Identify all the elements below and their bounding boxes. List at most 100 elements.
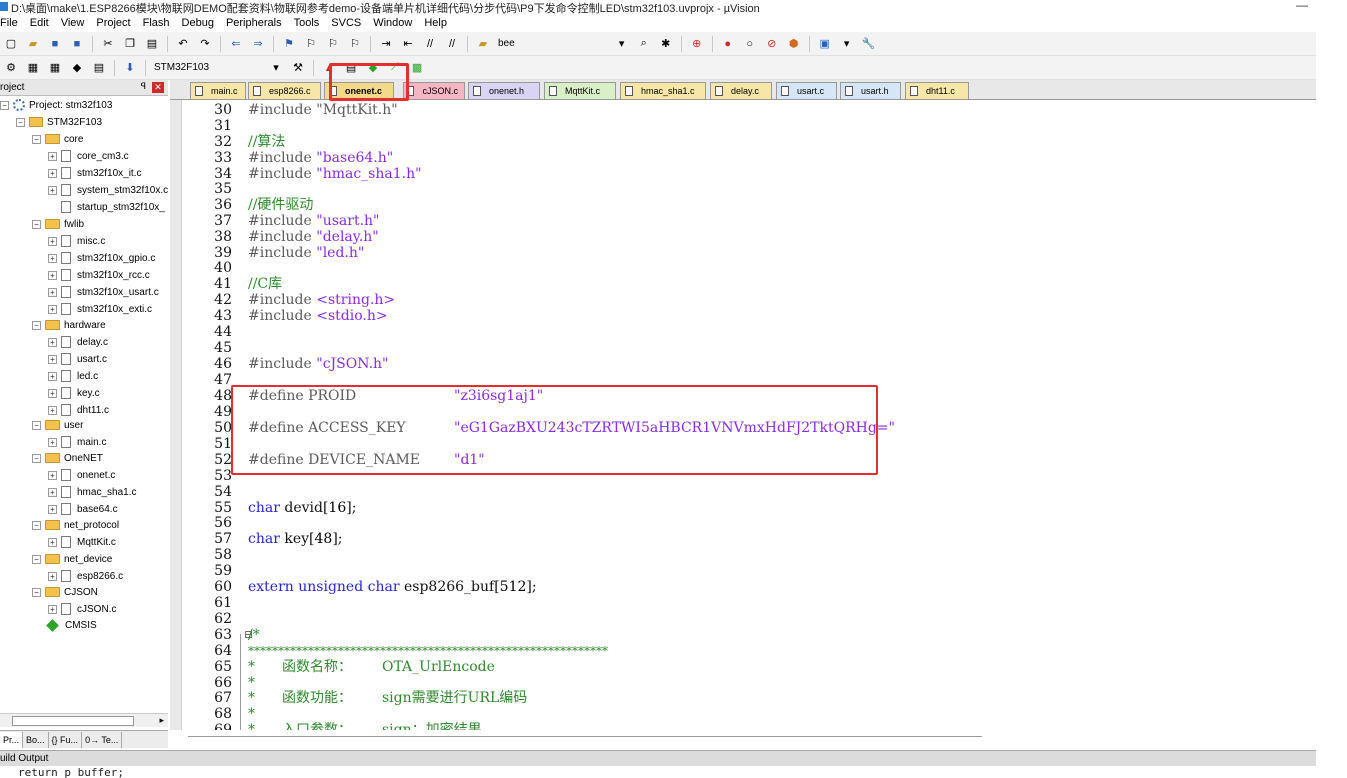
start-debug-icon[interactable]: ⊕ [690,37,704,51]
copy-icon[interactable]: ❐ [123,37,137,51]
collapse-icon[interactable]: − [0,100,9,110]
code-line[interactable]: * [182,706,1312,722]
code-line[interactable]: * 函数名称： OTA_UrlEncode [182,659,1312,675]
tab-onenet-h[interactable]: onenet.h [468,82,540,99]
expand-icon[interactable]: + [48,337,57,347]
target-select[interactable]: STM32F103 [154,62,209,73]
tree-file[interactable]: + dht11.c [48,402,109,418]
code-line[interactable]: #include <string.h> [182,292,1312,308]
uncomment-icon[interactable]: // [445,37,459,51]
code-line[interactable]: char key[48]; [182,531,1312,547]
scroll-track[interactable] [188,736,982,737]
tree-file[interactable]: + led.c [48,368,98,384]
stop-build-icon[interactable]: ▤ [92,61,106,75]
code-line[interactable]: * [182,675,1312,691]
rebuild-icon[interactable]: ▦ [48,61,62,75]
expand-icon[interactable]: + [48,470,57,480]
undo-icon[interactable]: ↶ [176,37,190,51]
scroll-right-icon[interactable]: ▸ [159,715,164,726]
collapse-icon[interactable]: − [32,219,41,229]
menu-flash[interactable]: Flash [137,17,176,29]
tree-group-net-protocol[interactable]: − net_protocol [32,517,119,533]
save-all-icon[interactable]: ■ [70,37,84,51]
menu-view[interactable]: View [55,17,91,29]
download-icon[interactable]: ⬇ [123,61,137,75]
menu-tools[interactable]: Tools [288,17,326,29]
clear-bookmarks-icon[interactable]: ⚐ [348,37,362,51]
code-line[interactable]: #include "usart.h" [182,213,1312,229]
open-file-icon[interactable]: ▰ [26,37,40,51]
translate-icon[interactable]: ⚙ [4,61,18,75]
code-line[interactable]: #include <stdio.h> [182,308,1312,324]
target-dropdown-icon[interactable]: ▾ [269,61,283,75]
scroll-thumb[interactable] [12,716,134,726]
configure-icon[interactable]: 🔧 [862,37,876,51]
code-line[interactable]: char devid[16]; [182,500,1312,516]
new-file-icon[interactable]: ▢ [4,37,18,51]
find-icon[interactable]: ⌕ [637,37,651,51]
tab-dht11-c[interactable]: dht11.c [905,82,969,99]
expand-icon[interactable]: + [48,537,57,547]
menu-peripherals[interactable]: Peripherals [220,17,288,29]
debug-settings-icon[interactable]: ✱ [659,37,673,51]
tab-main-c[interactable]: main.c [190,82,246,99]
code-line[interactable]: extern unsigned char esp8266_buf[512]; [182,579,1312,595]
unindent-icon[interactable]: ⇤ [401,37,415,51]
tree-group-net-device[interactable]: − net_device [32,551,112,567]
kill-breakpoints-icon[interactable]: ⊘ [765,37,779,51]
menu-window[interactable]: Window [367,17,418,29]
expand-icon[interactable]: + [48,371,57,381]
tree-group-cjson[interactable]: − CJSON [32,584,98,600]
tree-cmsis[interactable]: CMSIS [46,617,97,633]
code-line[interactable]: #include "hmac_sha1.h" [182,166,1312,182]
code-line[interactable]: #include "led.h" [182,245,1312,261]
tree-file[interactable]: + base64.c [48,501,118,517]
code-line[interactable]: //算法 [182,134,1312,150]
code-line[interactable]: * 函数功能： sign需要进行URL编码 [182,690,1312,706]
tab-esp8266-c[interactable]: esp8266.c [248,82,321,99]
collapse-icon[interactable]: − [32,320,41,330]
tab-mqttkit-c[interactable]: MqttKit.c [544,82,616,99]
collapse-icon[interactable]: − [32,520,41,530]
minimize-button[interactable]: — [1296,0,1308,12]
tree-group-onenet[interactable]: − OneNET [32,450,103,466]
tree-file[interactable]: + esp8266.c [48,568,123,584]
code-line[interactable]: //C库 [182,276,1312,292]
code-line[interactable]: ⊟/* [182,627,1312,643]
expand-icon[interactable]: + [48,354,57,364]
expand-icon[interactable]: + [48,604,57,614]
collapse-icon[interactable]: − [32,134,41,144]
tree-file[interactable]: + misc.c [48,233,105,249]
expand-icon[interactable]: + [48,236,57,246]
tab-project[interactable]: Pr... [0,731,24,748]
find-in-files-icon[interactable]: ▰ [476,37,490,51]
collapse-icon[interactable]: − [32,587,41,597]
tab-usart-c[interactable]: usart.c [776,82,837,99]
tree-group-user[interactable]: − user [32,417,83,433]
expand-icon[interactable]: + [48,151,57,161]
tree-file[interactable]: + system_stm32f10x.c [48,182,168,198]
code-line[interactable]: ****************************************… [182,643,1312,659]
code-line[interactable]: #include "delay.h" [182,229,1312,245]
tab-hmac-sha1-c[interactable]: hmac_sha1.c [620,82,706,99]
expand-icon[interactable]: + [48,253,57,263]
menu-edit[interactable]: Edit [24,17,55,29]
tab-usart-h[interactable]: usart.h [840,82,901,99]
find-text[interactable]: bee [498,38,515,49]
code-line[interactable]: //硬件驱动 [182,197,1312,213]
expand-icon[interactable]: + [48,437,57,447]
collapse-icon[interactable]: − [16,117,25,127]
tree-target[interactable]: − STM32F103 [16,114,102,130]
target-options-icon[interactable]: ⚒ [291,61,305,75]
cut-icon[interactable]: ✂ [101,37,115,51]
indent-icon[interactable]: ⇥ [379,37,393,51]
tab-functions[interactable]: {} Fu... [49,731,83,748]
menu-debug[interactable]: Debug [176,17,220,29]
editor-horizontal-scrollbar[interactable] [170,730,1316,746]
collapse-icon[interactable]: − [32,420,41,430]
tree-group-fwlib[interactable]: − fwlib [32,216,84,232]
find-dropdown-icon[interactable]: ▾ [615,37,629,51]
tree-file[interactable]: + stm32f10x_rcc.c [48,267,150,283]
tree-file[interactable]: + stm32f10x_gpio.c [48,250,155,266]
breakpoint-icon[interactable]: ● [721,37,735,51]
